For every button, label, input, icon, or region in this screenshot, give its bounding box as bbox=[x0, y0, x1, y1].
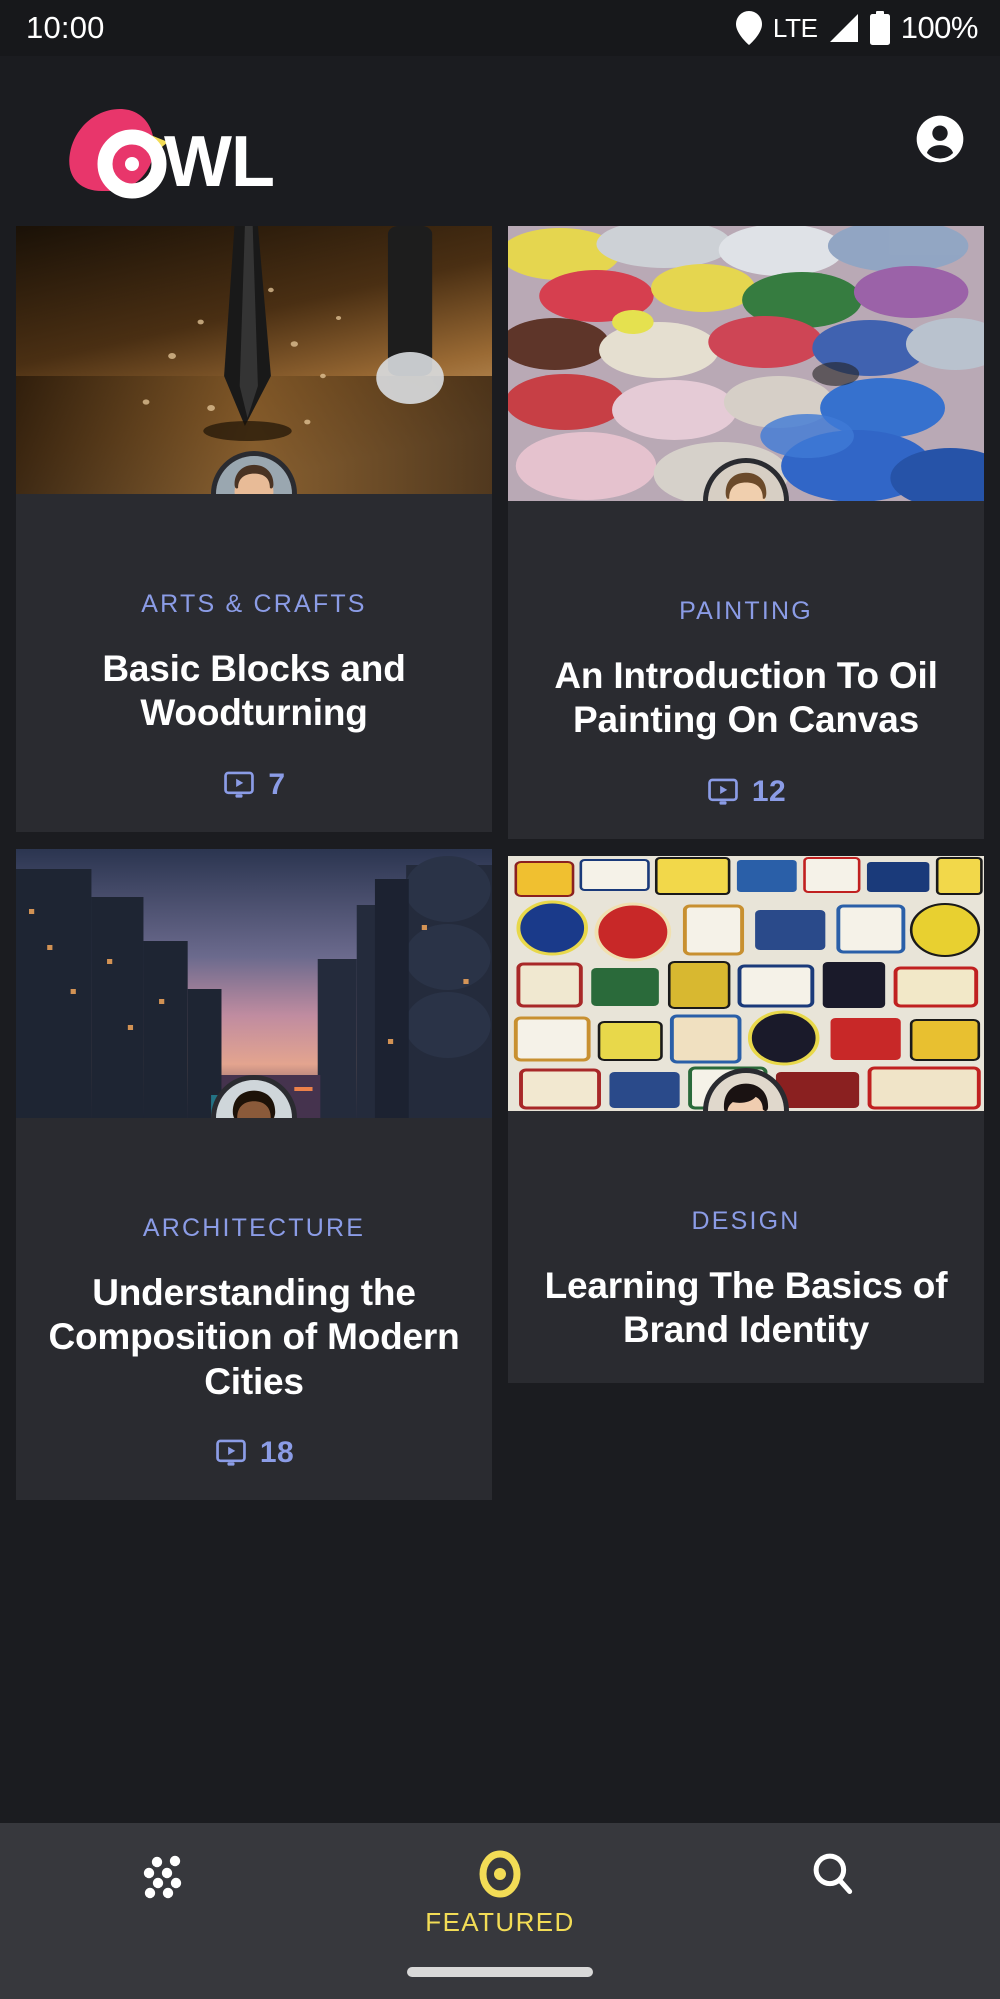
smart-display-icon bbox=[222, 768, 256, 802]
feed-column-right: PAINTING An Introduction To Oil Painting… bbox=[508, 226, 984, 1823]
signal-icon bbox=[829, 13, 859, 43]
account-circle-icon bbox=[912, 111, 968, 172]
course-category[interactable]: PAINTING bbox=[530, 597, 962, 626]
course-cover-image bbox=[508, 226, 984, 501]
course-card-body: PAINTING An Introduction To Oil Painting… bbox=[508, 501, 984, 839]
smart-display-icon bbox=[706, 775, 740, 809]
course-card[interactable]: ARCHITECTURE Understanding the Compositi… bbox=[16, 848, 492, 1500]
course-title: Basic Blocks and Woodturning bbox=[102, 648, 406, 734]
dots-grid-icon bbox=[141, 1849, 193, 1901]
course-card[interactable]: PAINTING An Introduction To Oil Painting… bbox=[508, 226, 984, 839]
course-cover-image bbox=[508, 855, 984, 1111]
nav-item-featured[interactable]: FEATURED bbox=[400, 1849, 600, 1938]
course-title: Understanding the Composition of Modern … bbox=[48, 1271, 460, 1402]
svg-text:WL: WL bbox=[164, 122, 274, 201]
course-category[interactable]: DESIGN bbox=[530, 1207, 962, 1236]
course-card-body: ARCHITECTURE Understanding the Compositi… bbox=[16, 1118, 492, 1500]
course-card[interactable]: DESIGN Learning The Basics of Brand Iden… bbox=[508, 855, 984, 1383]
network-type-label: LTE bbox=[772, 12, 818, 43]
video-count-label: 18 bbox=[259, 1435, 295, 1469]
course-category[interactable]: ARTS & CRAFTS bbox=[38, 590, 470, 619]
location-icon bbox=[735, 11, 762, 45]
course-cover-image bbox=[16, 848, 492, 1118]
status-bar: 10:00 LTE 100% bbox=[0, 0, 1000, 56]
owl-logo[interactable]: WL bbox=[40, 91, 290, 201]
status-bar-time: 10:00 bbox=[26, 10, 105, 45]
course-cover-image bbox=[16, 226, 492, 494]
smart-display-icon bbox=[214, 1436, 248, 1470]
video-count-label: 7 bbox=[268, 767, 286, 801]
course-card-body: DESIGN Learning The Basics of Brand Iden… bbox=[508, 1111, 984, 1383]
course-video-count: 7 bbox=[38, 768, 470, 802]
course-title: Learning The Basics of Brand Identity bbox=[544, 1264, 948, 1351]
search-icon bbox=[808, 1849, 858, 1899]
app-header: WL bbox=[0, 56, 1000, 226]
account-button[interactable] bbox=[910, 111, 970, 171]
nav-item-search[interactable] bbox=[733, 1849, 933, 1907]
bottom-navigation[interactable]: FEATURED bbox=[0, 1823, 1000, 1999]
feed-column-left: ARTS & CRAFTS Basic Blocks and Woodturni… bbox=[16, 226, 492, 1823]
video-count-label: 12 bbox=[751, 774, 787, 808]
owl-eye-icon bbox=[475, 1849, 525, 1899]
status-bar-indicators: LTE 100% bbox=[735, 10, 979, 46]
course-title: An Introduction To Oil Painting On Canva… bbox=[554, 655, 938, 741]
course-card-body: ARTS & CRAFTS Basic Blocks and Woodturni… bbox=[16, 494, 492, 832]
course-card[interactable]: ARTS & CRAFTS Basic Blocks and Woodturni… bbox=[16, 226, 492, 832]
course-category[interactable]: ARCHITECTURE bbox=[38, 1214, 470, 1243]
course-video-count: 12 bbox=[530, 775, 962, 809]
course-video-count: 18 bbox=[38, 1436, 470, 1470]
nav-label-featured: FEATURED bbox=[425, 1907, 575, 1937]
course-feed[interactable]: ARTS & CRAFTS Basic Blocks and Woodturni… bbox=[0, 226, 1000, 1823]
home-indicator[interactable] bbox=[407, 1967, 593, 1977]
battery-icon bbox=[869, 11, 890, 45]
battery-percent-label: 100% bbox=[900, 10, 979, 45]
nav-item-categories[interactable] bbox=[67, 1849, 267, 1909]
